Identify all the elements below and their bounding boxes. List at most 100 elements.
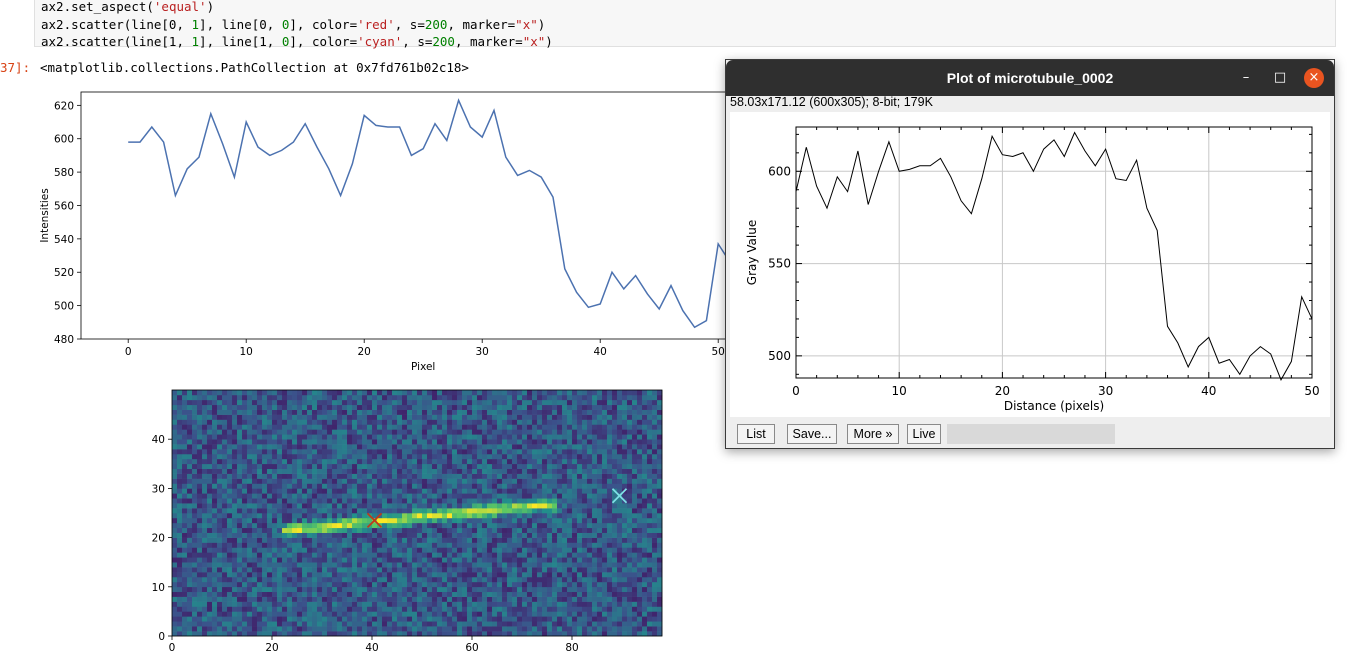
heatmap-cell [247,567,253,573]
heatmap-cell [402,463,408,470]
heatmap-cell [617,596,623,602]
heatmap-cell [262,581,268,588]
heatmap-cell [277,552,283,558]
heatmap-cell [182,567,188,573]
heatmap-cell [642,503,648,509]
heatmap-cell [527,537,533,543]
heatmap-cell [572,513,578,519]
heatmap-cell [507,439,513,445]
heatmap-cell [182,394,188,401]
close-button[interactable]: × [1304,68,1324,88]
heatmap-cell [557,478,563,484]
heatmap-cell [247,444,253,450]
heatmap-cell [652,572,658,578]
heatmap-cell [187,601,193,607]
heatmap-cell [637,596,643,602]
heatmap-cell [297,547,303,553]
heatmap-cell [642,542,648,548]
heatmap-cell [572,616,578,622]
heatmap-cell [647,468,653,474]
heatmap-cell [367,409,373,415]
heatmap-cell [417,581,423,588]
heatmap-cell [287,606,293,612]
heatmap-cell [407,498,413,504]
heatmap-cell [637,508,643,514]
heatmap-cell [582,419,588,425]
heatmap-cell [242,394,248,401]
heatmap-cell [282,444,288,450]
heatmap-cell [472,434,478,440]
heatmap-cell [447,601,453,607]
heatmap-cell [187,562,193,568]
heatmap-cell [452,439,458,445]
heatmap-cell [642,631,648,637]
heatmap-cell [372,586,378,593]
heatmap-cell [237,621,243,627]
heatmap-cell [607,390,613,396]
heatmap-cell [417,434,423,440]
heatmap-cell [202,547,208,553]
heatmap-cell [532,626,538,632]
heatmap-cell [347,399,353,406]
heatmap-cell [182,473,188,479]
heatmap-cell [177,434,183,440]
code-cell[interactable]: ax2.set_aspect('equal') ax2.scatter(line… [34,0,1336,49]
heatmap-cell [217,414,223,420]
heatmap-cell [617,581,623,588]
heatmap-cell [357,399,363,406]
heatmap-cell [447,463,453,470]
minimize-button[interactable]: – [1236,68,1256,88]
heatmap-cell [352,463,358,470]
heatmap-cell [462,567,468,573]
heatmap-cell [387,552,393,558]
heatmap-cell [517,444,523,450]
heatmap-cell [547,399,553,406]
heatmap-cell [592,414,598,420]
heatmap-cell [182,572,188,578]
heatmap-cell [392,596,398,602]
heatmap-cell [527,611,533,617]
heatmap-cell [357,567,363,573]
heatmap-cell [617,394,623,401]
heatmap-cell [612,390,618,396]
heatmap-cell [347,522,353,529]
heatmap-cell [467,522,473,529]
heatmap-cell [512,591,518,597]
heatmap-cell [547,468,553,474]
heatmap-cell [592,532,598,538]
heatmap-cell [607,414,613,420]
heatmap-cell [582,537,588,543]
heatmap-cell [607,404,613,410]
heatmap-cell [657,449,663,455]
heatmap-cell [492,527,498,533]
heatmap-cell [272,532,278,538]
heatmap-cell [432,547,438,553]
maximize-button[interactable]: □ [1270,68,1290,88]
heatmap-cell [387,390,393,396]
heatmap-cell [332,473,338,479]
heatmap-cell [402,616,408,622]
heatmap-cell [622,463,628,470]
imagej-plot-window[interactable]: Plot of microtubule_0002 – □ × 58.03x171… [725,59,1335,449]
heatmap-cell [362,488,368,494]
heatmap-cell [497,572,503,578]
window-titlebar[interactable]: Plot of microtubule_0002 – □ × [726,60,1334,96]
heatmap-cell [642,473,648,479]
code-line-3: ax2.scatter(line[1, 1], line[1, 0], colo… [41,34,553,49]
heatmap-cell [522,611,528,617]
heatmap-cell [607,488,613,494]
heatmap-cell [502,508,508,514]
heatmap-cell [272,513,278,519]
heatmap-cell [287,498,293,504]
heatmap-cell [547,463,553,470]
heatmap-cell [452,527,458,533]
heatmap-cell [572,508,578,514]
heatmap-cell [282,586,288,593]
heatmap-cell [512,394,518,401]
heatmap-cell [292,596,298,602]
heatmap-cell [287,503,293,509]
heatmap-cell [587,399,593,406]
heatmap-cell [437,439,443,445]
heatmap-cell [277,399,283,406]
heatmap-cell [342,572,348,578]
